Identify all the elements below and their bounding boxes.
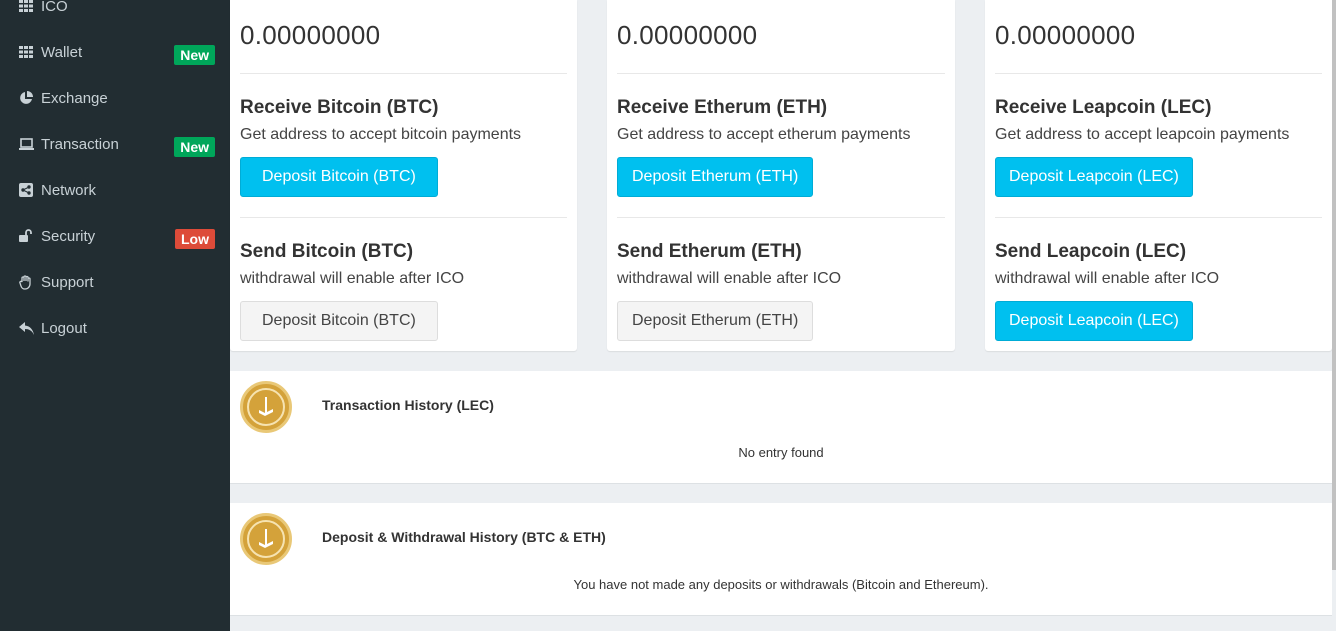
pie-chart-icon <box>18 90 34 106</box>
sidebar-item-label: Network <box>41 181 97 199</box>
empty-state-text: No entry found <box>738 445 824 460</box>
sidebar-item-network[interactable]: Network <box>0 170 230 210</box>
wallet-card-btc: 0.00000000 Receive Bitcoin (BTC) Get add… <box>230 0 577 351</box>
receive-subtitle: Get address to accept etherum payments <box>617 126 911 143</box>
laptop-icon <box>18 136 34 152</box>
receive-title: Receive Etherum (ETH) <box>617 97 828 118</box>
share-icon <box>18 182 34 198</box>
receive-subtitle: Get address to accept bitcoin payments <box>240 126 522 143</box>
sidebar-item-label: ICO <box>41 0 68 15</box>
deposit-btc-button[interactable]: Deposit Bitcoin (BTC) <box>240 157 438 197</box>
deposit-eth-button[interactable]: Deposit Etherum (ETH) <box>617 157 814 197</box>
hand-icon <box>18 274 34 290</box>
send-subtitle: withdrawal will enable after ICO <box>240 270 465 287</box>
send-subtitle: withdrawal will enable after ICO <box>995 270 1220 287</box>
sidebar-item-label: Security <box>41 227 96 245</box>
transaction-history-title: Transaction History (LEC) <box>322 397 494 413</box>
leapcoin-logo-icon <box>240 513 292 565</box>
send-btc-button[interactable]: Deposit Bitcoin (BTC) <box>240 301 438 341</box>
divider <box>240 73 567 74</box>
send-title: Send Etherum (ETH) <box>617 241 802 262</box>
receive-title: Receive Bitcoin (BTC) <box>240 97 439 118</box>
deposit-lec-button[interactable]: Deposit Leapcoin (LEC) <box>995 157 1193 197</box>
sidebar-item-label: Transaction <box>41 135 119 153</box>
sidebar-item-exchange[interactable]: Exchange <box>0 78 230 118</box>
wallet-card-eth: 0.00000000 Receive Etherum (ETH) Get add… <box>607 0 955 351</box>
sidebar-item-label: Logout <box>41 319 87 337</box>
unlock-icon <box>18 228 34 244</box>
reply-icon <box>18 320 34 336</box>
sidebar-item-logout[interactable]: Logout <box>0 308 230 348</box>
send-eth-button[interactable]: Deposit Etherum (ETH) <box>617 301 814 341</box>
send-title: Send Leapcoin (LEC) <box>995 241 1187 262</box>
divider <box>995 217 1322 218</box>
new-badge: New <box>174 137 215 157</box>
send-lec-button[interactable]: Deposit Leapcoin (LEC) <box>995 301 1193 341</box>
divider <box>240 217 567 218</box>
sidebar-item-wallet[interactable]: Wallet New <box>0 32 230 72</box>
deposit-history-panel: Deposit & Withdrawal History (BTC & ETH)… <box>230 503 1332 616</box>
receive-subtitle: Get address to accept leapcoin payments <box>995 126 1290 143</box>
sidebar-item-ico[interactable]: ICO <box>0 0 230 26</box>
sidebar-item-support[interactable]: Support <box>0 262 230 302</box>
transaction-history-panel: Transaction History (LEC) No entry found <box>230 371 1332 484</box>
sidebar-item-label: Exchange <box>41 89 108 107</box>
scrollbar-thumb[interactable] <box>1332 0 1336 570</box>
sidebar-item-transaction[interactable]: Transaction New <box>0 124 230 164</box>
leapcoin-logo-icon <box>240 381 292 433</box>
btc-balance: 0.00000000 <box>240 20 381 50</box>
receive-title: Receive Leapcoin (LEC) <box>995 97 1212 118</box>
divider <box>617 73 945 74</box>
grid-icon <box>18 0 34 14</box>
divider <box>617 217 945 218</box>
divider <box>995 73 1322 74</box>
send-subtitle: withdrawal will enable after ICO <box>617 270 842 287</box>
wallet-card-lec: 0.00000000 Receive Leapcoin (LEC) Get ad… <box>985 0 1332 351</box>
grid-icon <box>18 44 34 60</box>
send-title: Send Bitcoin (BTC) <box>240 241 414 262</box>
security-low-badge: Low <box>175 229 215 249</box>
sidebar-item-security[interactable]: Security Low <box>0 216 230 256</box>
page-scrollbar[interactable] <box>1332 0 1336 631</box>
new-badge: New <box>174 45 215 65</box>
eth-balance: 0.00000000 <box>617 20 758 50</box>
sidebar: ICO Wallet New Exchange Transaction New … <box>0 0 230 631</box>
empty-state-text: You have not made any deposits or withdr… <box>573 577 989 592</box>
deposit-history-title: Deposit & Withdrawal History (BTC & ETH) <box>322 529 606 545</box>
lec-balance: 0.00000000 <box>995 20 1136 50</box>
sidebar-item-label: Support <box>41 273 94 291</box>
sidebar-item-label: Wallet <box>41 43 83 61</box>
